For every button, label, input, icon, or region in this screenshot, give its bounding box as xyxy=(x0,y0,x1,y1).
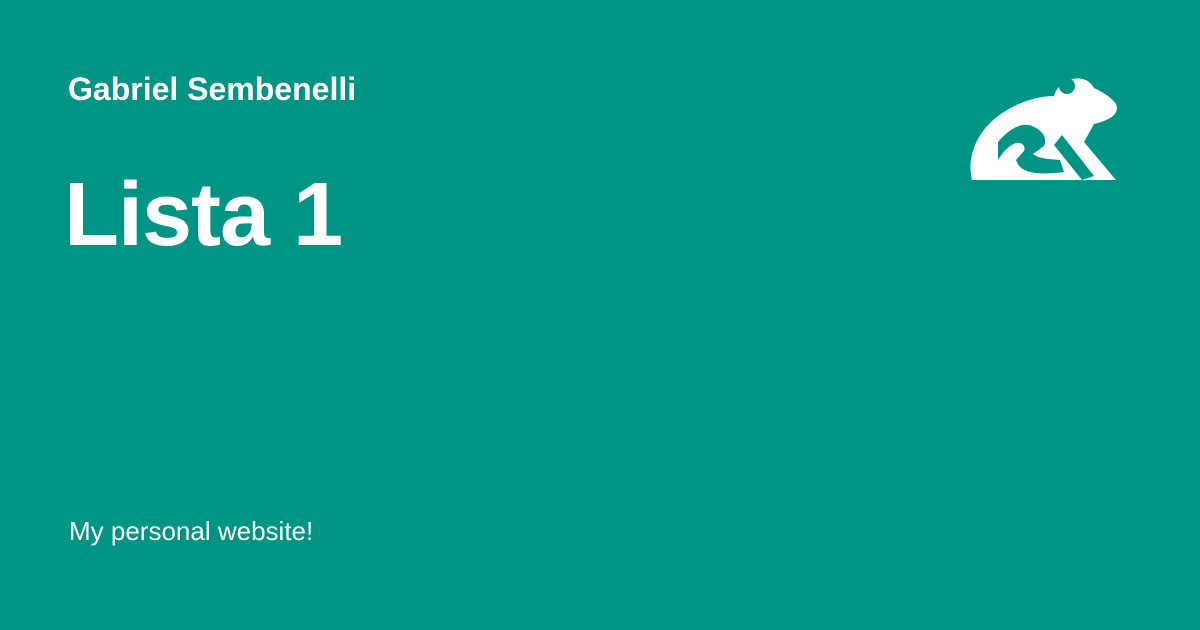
frog-icon xyxy=(970,78,1117,180)
page-title: Lista 1 xyxy=(64,165,343,265)
social-preview-card: Gabriel Sembenelli Lista 1 My personal w… xyxy=(0,0,1200,630)
site-author-name: Gabriel Sembenelli xyxy=(68,71,357,107)
site-tagline: My personal website! xyxy=(69,516,314,546)
